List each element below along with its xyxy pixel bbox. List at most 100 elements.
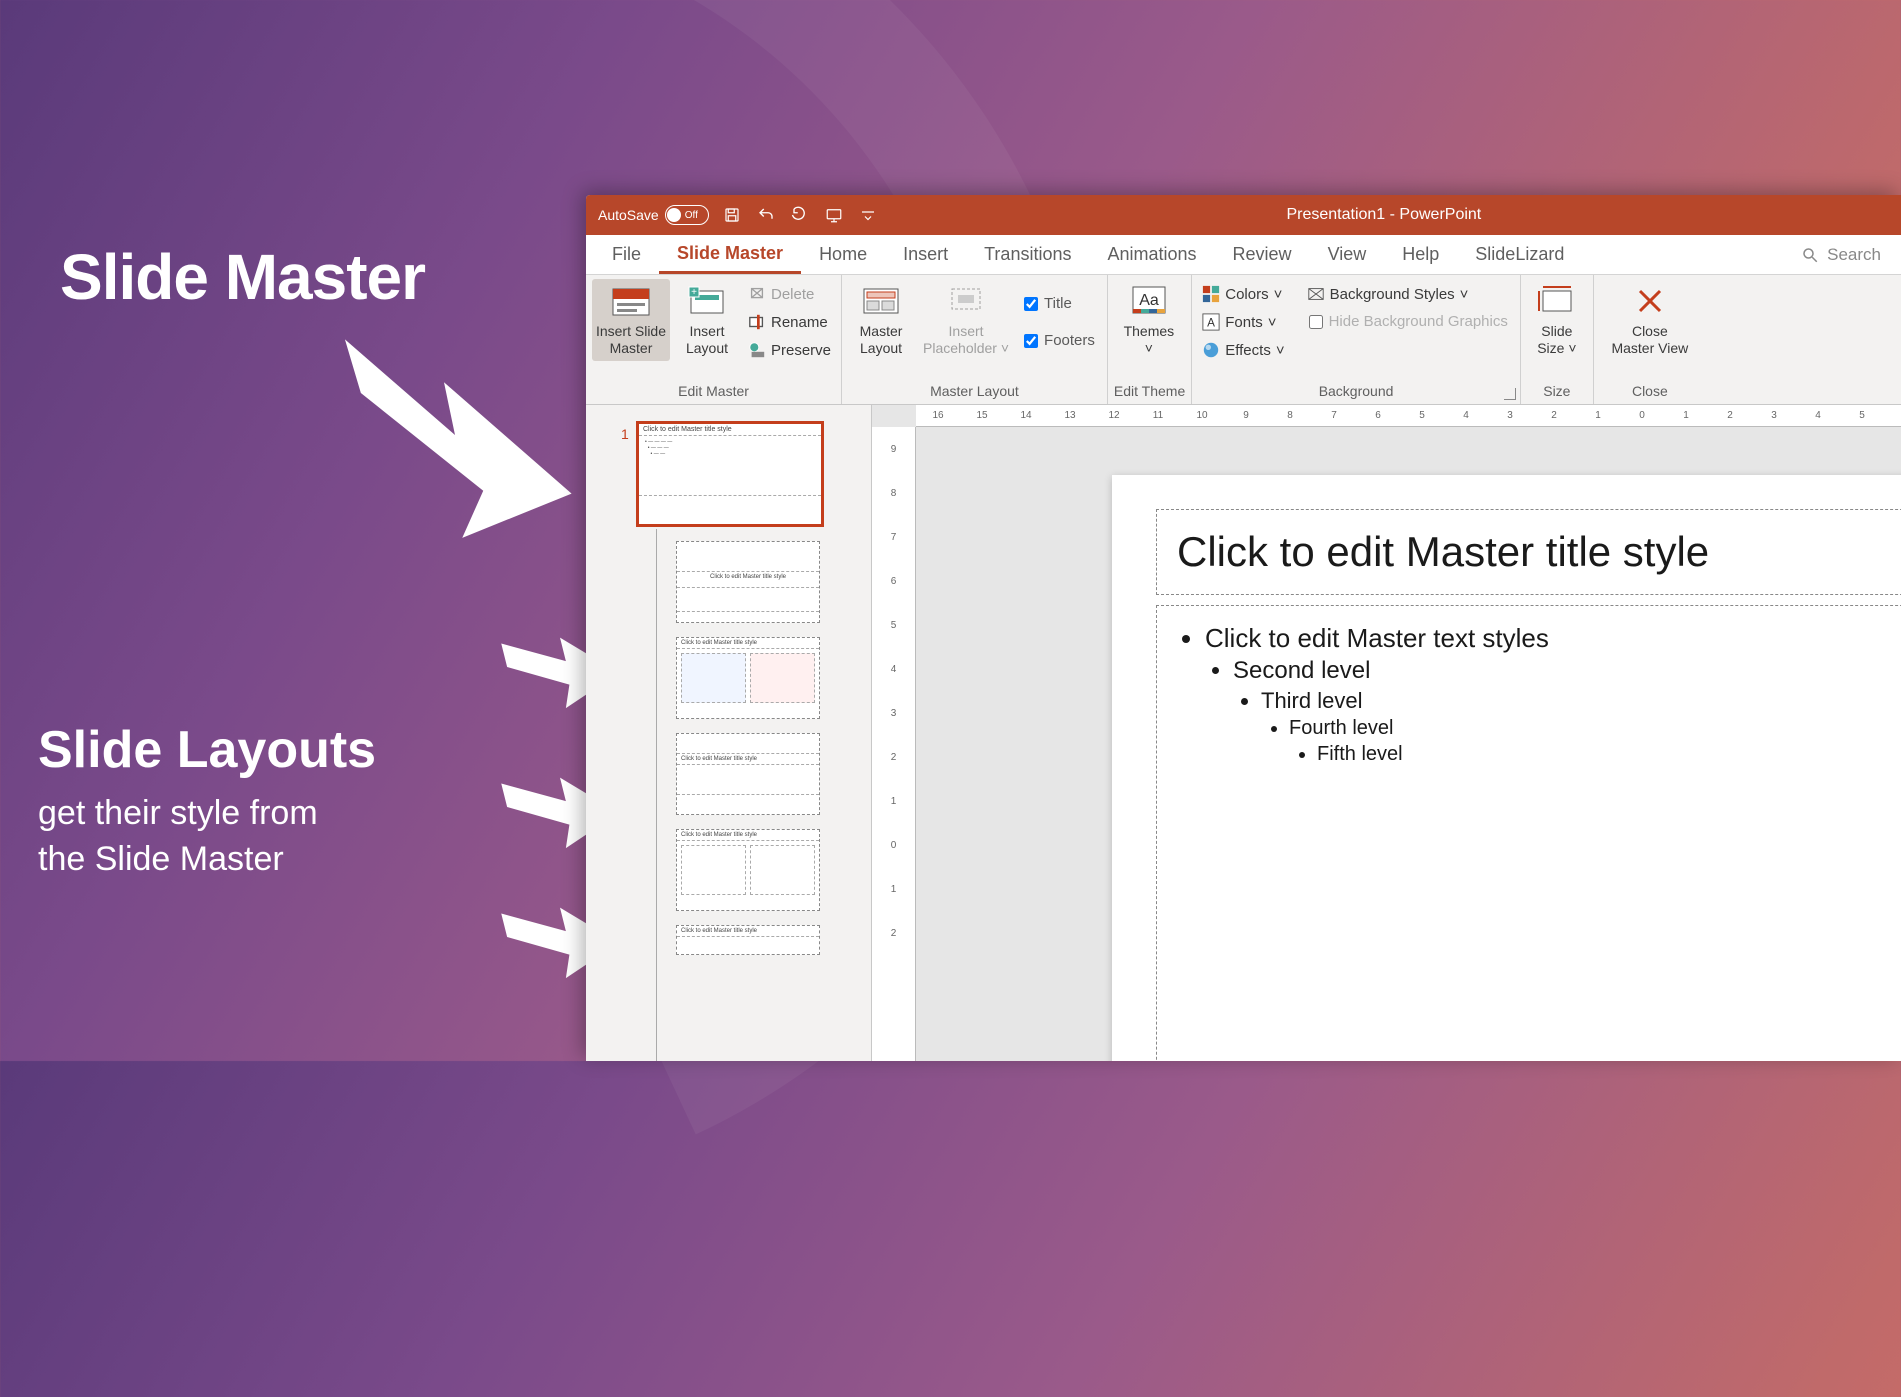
tab-slidelizard[interactable]: SlideLizard — [1457, 235, 1582, 274]
autosave-state: Off — [685, 210, 698, 221]
background-styles-button[interactable]: Background Styles ˅ — [1303, 281, 1514, 307]
thumbnail-panel[interactable]: 1 Click to edit Master title style • — —… — [586, 405, 872, 1061]
tab-insert[interactable]: Insert — [885, 235, 966, 274]
thumb-layout-2[interactable]: Click to edit Master title style — [676, 637, 820, 719]
annotation-slide-master: Slide Master — [60, 240, 425, 314]
group-master-layout-label: Master Layout — [848, 380, 1101, 404]
themes-button[interactable]: Aa Themes˅ — [1114, 279, 1184, 361]
dialog-launcher-icon[interactable] — [1504, 388, 1516, 400]
tab-slide-master[interactable]: Slide Master — [659, 235, 801, 274]
group-size-label: Size — [1527, 380, 1587, 404]
redo-icon[interactable] — [789, 204, 811, 226]
themes-label: Themes˅ — [1124, 323, 1175, 357]
colors-icon — [1202, 285, 1220, 303]
customize-qat-icon[interactable] — [857, 204, 879, 226]
hide-bg-label: Hide Background Graphics — [1329, 313, 1508, 330]
hide-bg-checkbox[interactable]: Hide Background Graphics — [1303, 309, 1514, 334]
slide-canvas[interactable]: Click to edit Master title style Click t… — [1112, 475, 1901, 1061]
hide-bg-checkbox-input[interactable] — [1309, 315, 1323, 329]
body-l2: Second level Third level Fourth level Fi… — [1233, 654, 1901, 778]
tab-home[interactable]: Home — [801, 235, 885, 274]
thumb-title-row: Click to edit Master title style — [639, 424, 821, 436]
title-checkbox[interactable]: Title — [1018, 291, 1101, 316]
themes-icon: Aa — [1129, 283, 1169, 319]
insert-slide-master-button[interactable]: Insert Slide Master — [592, 279, 670, 361]
footers-checkbox-input[interactable] — [1024, 334, 1038, 348]
delete-icon — [748, 285, 766, 303]
master-layout-label: Master Layout — [860, 323, 903, 357]
footers-checkbox[interactable]: Footers — [1018, 328, 1101, 353]
body-l3: Third level Fourth level Fifth level — [1261, 685, 1901, 775]
tab-review[interactable]: Review — [1215, 235, 1310, 274]
insert-layout-icon: + — [687, 283, 727, 319]
tab-file[interactable]: File — [594, 235, 659, 274]
close-master-view-label: Close Master View — [1611, 323, 1688, 357]
present-icon[interactable] — [823, 204, 845, 226]
tab-view[interactable]: View — [1310, 235, 1385, 274]
fonts-label: Fonts — [1225, 314, 1263, 331]
master-layout-button[interactable]: Master Layout — [848, 279, 914, 361]
insert-layout-button[interactable]: + Insert Layout — [676, 279, 738, 361]
window-title: Presentation1 - PowerPoint — [879, 206, 1889, 224]
svg-text:Aa: Aa — [1139, 292, 1159, 309]
autosave-label: AutoSave — [598, 207, 659, 223]
tab-animations[interactable]: Animations — [1089, 235, 1214, 274]
effects-label: Effects — [1225, 342, 1271, 359]
body-l5: Fifth level — [1317, 740, 1901, 769]
thumb-layout-3[interactable]: Click to edit Master title style — [676, 733, 820, 815]
close-icon — [1630, 283, 1670, 319]
undo-icon[interactable] — [755, 204, 777, 226]
arrow-big-icon — [330, 330, 580, 540]
insert-placeholder-label: Insert Placeholder ˅ — [923, 323, 1009, 357]
svg-text:+: + — [691, 287, 697, 298]
group-close-label: Close — [1600, 380, 1700, 404]
slide-size-button[interactable]: Slide Size ˅ — [1527, 279, 1587, 361]
rename-icon — [748, 313, 766, 331]
close-master-view-button[interactable]: Close Master View — [1600, 279, 1700, 361]
group-close: Close Master View Close — [1594, 275, 1706, 404]
rename-label: Rename — [771, 314, 828, 331]
thumb-layout-1[interactable]: Click to edit Master title style — [676, 541, 820, 623]
ribbon: Insert Slide Master + Insert Layout Dele… — [586, 275, 1901, 405]
search-icon — [1801, 246, 1819, 264]
body-placeholder[interactable]: Click to edit Master text styles Second … — [1156, 605, 1901, 1061]
thumb-slide-master[interactable]: 1 Click to edit Master title style • — —… — [636, 421, 824, 527]
fonts-button[interactable]: A Fonts ˅ — [1198, 309, 1288, 335]
rename-button[interactable]: Rename — [744, 309, 835, 335]
ruler-vertical[interactable]: 987654321012 — [872, 427, 916, 1061]
fonts-icon: A — [1202, 313, 1220, 331]
delete-button[interactable]: Delete — [744, 281, 835, 307]
preserve-label: Preserve — [771, 342, 831, 359]
colors-button[interactable]: Colors ˅ — [1198, 281, 1288, 307]
slide-size-label: Slide Size ˅ — [1537, 323, 1576, 357]
search-box[interactable]: Search — [1801, 245, 1893, 265]
title-placeholder[interactable]: Click to edit Master title style — [1156, 509, 1901, 595]
effects-button[interactable]: Effects ˅ — [1198, 337, 1288, 363]
save-icon[interactable] — [721, 204, 743, 226]
background-styles-label: Background Styles — [1330, 286, 1455, 303]
toggle-switch[interactable]: Off — [665, 205, 709, 225]
tab-transitions[interactable]: Transitions — [966, 235, 1089, 274]
group-background: Colors ˅ A Fonts ˅ Effects ˅ Background … — [1192, 275, 1521, 404]
body-l1: Click to edit Master text styles Second … — [1205, 620, 1901, 781]
ribbon-tabs: File Slide Master Home Insert Transition… — [586, 235, 1901, 275]
placeholder-icon — [946, 283, 986, 319]
thumb-layout-4[interactable]: Click to edit Master title style — [676, 829, 820, 911]
background-styles-icon — [1307, 285, 1325, 303]
title-checkbox-input[interactable] — [1024, 297, 1038, 311]
autosave-toggle[interactable]: AutoSave Off — [598, 205, 709, 225]
search-placeholder: Search — [1827, 245, 1881, 265]
thumb-layout-5[interactable]: Click to edit Master title style — [676, 925, 820, 955]
group-edit-master: Insert Slide Master + Insert Layout Dele… — [586, 275, 842, 404]
group-master-layout: Master Layout Insert Placeholder ˅ Title… — [842, 275, 1108, 404]
preserve-icon — [748, 341, 766, 359]
insert-placeholder-button[interactable]: Insert Placeholder ˅ — [920, 279, 1012, 361]
preserve-button[interactable]: Preserve — [744, 337, 835, 363]
master-number: 1 — [621, 426, 629, 442]
footers-checkbox-label: Footers — [1044, 332, 1095, 349]
ruler-horizontal[interactable]: 16151413121110987654321012345 — [916, 405, 1901, 427]
tab-help[interactable]: Help — [1384, 235, 1457, 274]
master-layout-icon — [861, 283, 901, 319]
group-edit-theme: Aa Themes˅ Edit Theme — [1108, 275, 1192, 404]
title-checkbox-label: Title — [1044, 295, 1072, 312]
